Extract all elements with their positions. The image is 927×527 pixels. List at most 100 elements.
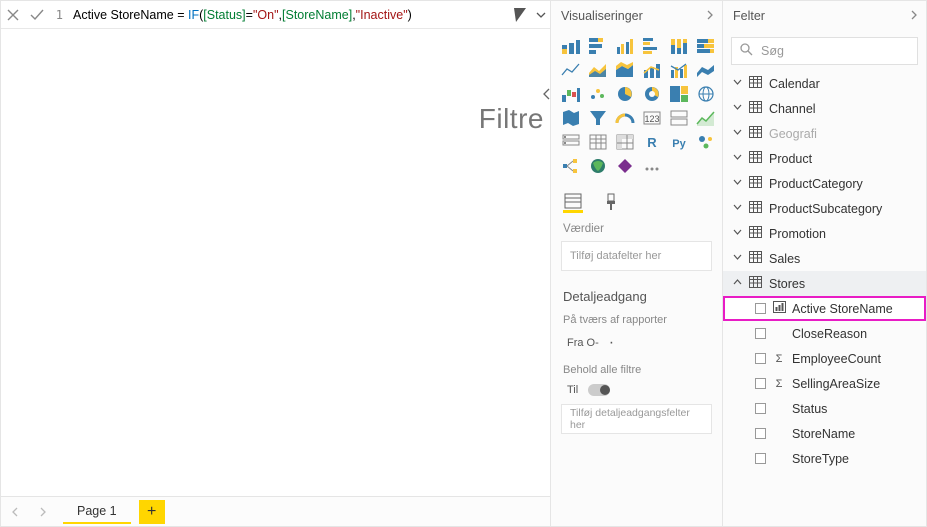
viz-slicer-icon[interactable]	[559, 131, 583, 153]
field-row[interactable]: ΣSellingAreaSize	[723, 371, 926, 396]
table-row[interactable]: Product	[723, 146, 926, 171]
search-icon	[740, 43, 753, 59]
field-checkbox[interactable]	[755, 328, 766, 339]
field-row[interactable]: StoreType	[723, 446, 926, 471]
viz-r-icon[interactable]: R	[640, 131, 664, 153]
viz-funnel-icon[interactable]	[586, 107, 610, 129]
page-prev-button[interactable]	[3, 500, 27, 524]
field-checkbox[interactable]	[755, 303, 766, 314]
viz-python-icon[interactable]: Py	[667, 131, 691, 153]
viz-fields-tab[interactable]	[563, 191, 583, 213]
formula-input[interactable]: Active StoreName = IF([Status]="On",[Sto…	[67, 7, 508, 22]
viz-gauge-icon[interactable]	[613, 107, 637, 129]
field-checkbox[interactable]	[755, 453, 766, 464]
formula-cancel-button[interactable]	[1, 3, 25, 27]
table-icon	[749, 251, 763, 266]
field-label: StoreName	[792, 427, 855, 441]
viz-line-icon[interactable]	[559, 59, 583, 81]
viz-pie-icon[interactable]	[613, 83, 637, 105]
field-row[interactable]: CloseReason	[723, 321, 926, 346]
report-canvas[interactable]: Filtre	[1, 29, 550, 496]
formula-format-button[interactable]	[510, 4, 530, 26]
table-row[interactable]: ProductCategory	[723, 171, 926, 196]
viz-scatter-icon[interactable]	[586, 83, 610, 105]
viz-multirow-card-icon[interactable]	[667, 107, 691, 129]
cross-report-toggle-bullet: ·	[609, 334, 614, 352]
page-next-button[interactable]	[31, 500, 55, 524]
viz-stacked-bar-icon[interactable]	[559, 35, 583, 57]
viz-matrix-icon[interactable]	[613, 131, 637, 153]
fields-panel-collapse[interactable]	[910, 9, 918, 23]
formula-token-eq: =	[246, 8, 253, 22]
viz-ribbon-icon[interactable]	[694, 59, 718, 81]
table-row[interactable]: Stores	[723, 271, 926, 296]
formula-text-prefix: Active StoreName =	[73, 8, 188, 22]
viz-powerapps-icon[interactable]	[613, 155, 637, 177]
field-label: Active StoreName	[792, 302, 893, 316]
drill-label: Detaljeadgang	[551, 279, 722, 310]
cross-report-label: På tværs af rapporter	[551, 310, 722, 332]
viz-card-icon[interactable]: 123	[640, 107, 664, 129]
chevron-down-icon	[733, 128, 743, 140]
fields-panel-title: Felter	[733, 9, 765, 23]
formula-token-str2: "Inactive"	[356, 8, 408, 22]
page-add-button[interactable]: +	[139, 500, 165, 524]
viz-line-stacked-column-icon[interactable]	[640, 59, 664, 81]
viz-treemap-icon[interactable]	[667, 83, 691, 105]
viz-filled-map-icon[interactable]	[559, 107, 583, 129]
viz-donut-icon[interactable]	[640, 83, 664, 105]
viz-100pct-bar-icon[interactable]	[667, 35, 691, 57]
viz-stacked-column-icon[interactable]	[586, 35, 610, 57]
field-checkbox[interactable]	[755, 403, 766, 414]
table-row[interactable]: Geografi	[723, 121, 926, 146]
viz-clustered-bar-icon[interactable]	[613, 35, 637, 57]
formula-token-if: IF	[188, 8, 199, 22]
fields-search-input[interactable]: Søg	[731, 37, 918, 65]
field-checkbox[interactable]	[755, 353, 766, 364]
keep-filters-toggle[interactable]	[588, 384, 610, 396]
table-icon	[749, 276, 763, 291]
field-row[interactable]: ΣEmployeeCount	[723, 346, 926, 371]
viz-table-icon[interactable]	[586, 131, 610, 153]
table-row[interactable]: Promotion	[723, 221, 926, 246]
fields-search-placeholder: Søg	[761, 44, 784, 58]
viz-map-icon[interactable]	[694, 83, 718, 105]
field-checkbox[interactable]	[755, 428, 766, 439]
page-tab-1[interactable]: Page 1	[63, 500, 131, 524]
svg-text:Py: Py	[672, 138, 686, 150]
viz-decomposition-icon[interactable]	[559, 155, 583, 177]
drill-well[interactable]: Tilføj detaljeadgangsfelter her	[561, 404, 712, 434]
values-well[interactable]: Tilføj datafelter her	[561, 241, 712, 271]
viz-key-influencers-icon[interactable]	[694, 131, 718, 153]
table-icon	[749, 226, 763, 241]
sigma-icon: Σ	[772, 378, 786, 390]
table-row[interactable]: Channel	[723, 96, 926, 121]
table-row[interactable]: Sales	[723, 246, 926, 271]
chevron-down-icon	[733, 78, 743, 90]
field-row[interactable]: Status	[723, 396, 926, 421]
viz-waterfall-icon[interactable]	[559, 83, 583, 105]
table-row[interactable]: ProductSubcategory	[723, 196, 926, 221]
table-row[interactable]: Calendar	[723, 71, 926, 96]
viz-import-icon[interactable]	[640, 155, 664, 177]
field-row[interactable]: Active StoreName	[723, 296, 926, 321]
viz-line-clustered-column-icon[interactable]	[667, 59, 691, 81]
viz-100pct-column-icon[interactable]	[694, 35, 718, 57]
field-label: Status	[792, 402, 827, 416]
viz-format-tab[interactable]	[601, 191, 621, 213]
formula-expand-button[interactable]	[532, 4, 550, 26]
field-checkbox[interactable]	[755, 378, 766, 389]
viz-clustered-column-icon[interactable]	[640, 35, 664, 57]
values-label: Værdier	[551, 213, 722, 241]
viz-kpi-icon[interactable]	[694, 107, 718, 129]
sigma-icon: Σ	[772, 353, 786, 365]
viz-arcgis-icon[interactable]	[586, 155, 610, 177]
viz-panel-collapse[interactable]	[706, 9, 714, 23]
field-row[interactable]: StoreName	[723, 421, 926, 446]
formula-commit-button[interactable]	[25, 3, 49, 27]
table-label: Sales	[769, 252, 800, 266]
viz-area-icon[interactable]	[586, 59, 610, 81]
filters-collapse-handle[interactable]	[542, 87, 552, 103]
measure-icon	[772, 301, 786, 316]
viz-stacked-area-icon[interactable]	[613, 59, 637, 81]
